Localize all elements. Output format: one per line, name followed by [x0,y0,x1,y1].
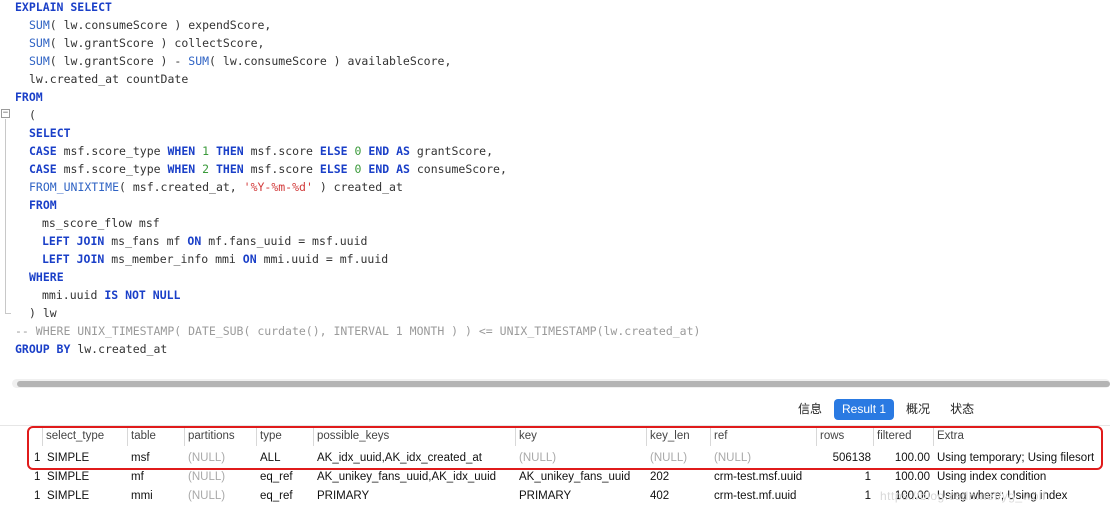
code-line-2: SUM( lw.consumeScore ) expendScore, [29,18,272,32]
cell-id: 1 [34,471,41,483]
code-line-6: FROM [15,88,43,106]
fold-guide-line [5,119,6,313]
code-line-12: FROM [29,198,57,212]
cell-partitions: (NULL) [188,490,226,502]
cell-ref: crm-test.msf.uuid [714,471,803,483]
tab-info[interactable]: 信息 [790,399,830,420]
cell-table: mmi [131,490,153,502]
code-line-5: lw.created_at countDate [29,72,189,86]
code-line-16: WHERE [29,270,64,284]
fold-guide-end [5,313,11,314]
cell-rows: 1 [864,490,871,502]
column-header-filtered[interactable]: filtered [873,427,933,446]
cell-partitions: (NULL) [188,471,226,483]
grid-header-row: select_type table partitions type possib… [0,427,1110,446]
keyword: SELECT [29,126,71,140]
cell-extra: Using temporary; Using filesort [937,452,1095,464]
cell-possible-keys: PRIMARY [317,490,370,502]
cell-rows: 506138 [832,452,871,464]
column-header-ref[interactable]: ref [710,427,816,446]
cell-filtered: 100.00 [894,471,930,483]
cell-table: mf [131,471,144,483]
cell-ref: crm-test.mf.uuid [714,490,797,502]
code-line-20: GROUP BY lw.created_at [15,342,168,356]
divider [0,425,1110,426]
code-line-18: ) lw [29,306,57,320]
cell-partitions: (NULL) [188,452,226,464]
cell-id: 1 [34,452,41,464]
tab-status[interactable]: 状态 [942,399,982,420]
function: SUM [188,54,210,68]
column-header-key[interactable]: key [515,427,646,446]
tab-result-1[interactable]: Result 1 [834,398,895,420]
keyword: FROM [15,90,43,104]
code-line-14: LEFT JOIN ms_fans mf ON mf.fans_uuid = m… [42,234,368,248]
sql-comment: -- WHERE UNIX_TIMESTAMP( DATE_SUB( curda… [15,324,701,338]
cell-key-len: 202 [650,471,670,483]
cell-possible-keys: AK_idx_uuid,AK_idx_created_at [317,452,482,464]
function: SUM [29,54,50,68]
cell-key-len: 402 [650,490,670,502]
cell-table: msf [131,452,150,464]
cell-select-type: SIMPLE [47,471,90,483]
column-header-possible-keys[interactable]: possible_keys [313,427,515,446]
function: SUM [29,36,50,50]
cell-key: PRIMARY [519,490,572,502]
cell-rows: 1 [864,471,871,483]
horizontal-scrollbar-thumb[interactable] [17,381,1110,387]
code-line-13: ms_score_flow msf [42,216,160,230]
keyword: EXPLAIN SELECT [15,0,112,14]
table-row[interactable]: 1 SIMPLE msf (NULL) ALL AK_idx_uuid,AK_i… [0,449,1110,468]
code-line-4: SUM( lw.grantScore ) - SUM( lw.consumeSc… [29,54,452,68]
code-line-3: SUM( lw.grantScore ) collectScore, [29,36,265,50]
column-header-rows[interactable]: rows [816,427,873,446]
code-line-11: FROM_UNIXTIME( msf.created_at, '%Y-%m-%d… [29,180,403,194]
code-line-10: CASE msf.score_type WHEN 2 THEN msf.scor… [29,162,507,176]
code-line-19: -- WHERE UNIX_TIMESTAMP( DATE_SUB( curda… [15,322,700,340]
column-header-select-type[interactable]: select_type [42,427,128,446]
code-line-17: mmi.uuid IS NOT NULL [42,288,181,302]
tab-profile[interactable]: 概况 [898,399,938,420]
column-header-type[interactable]: type [256,427,313,446]
code-line-7: ( [29,108,36,122]
column-header-table[interactable]: table [127,427,184,446]
code-line-8: SELECT [29,124,71,142]
cell-key: AK_unikey_fans_uuid [519,471,631,483]
sql-editor[interactable]: EXPLAIN SELECT SUM( lw.consumeScore ) ex… [0,0,1110,370]
function: SUM [29,18,50,32]
cell-type: ALL [260,452,281,464]
code-line-9: CASE msf.score_type WHEN 1 THEN msf.scor… [29,144,494,158]
cell-type: eq_ref [260,490,293,502]
column-header-key-len[interactable]: key_len [646,427,710,446]
cell-key-len: (NULL) [650,452,688,464]
code-line-15: LEFT JOIN ms_member_info mmi ON mmi.uuid… [42,252,389,266]
table-row[interactable]: 1 SIMPLE mf (NULL) eq_ref AK_unikey_fans… [0,468,1110,487]
cell-filtered: 100.00 [894,452,930,464]
cell-possible-keys: AK_unikey_fans_uuid,AK_idx_uuid [317,471,497,483]
cell-id: 1 [34,490,41,502]
column-header-extra[interactable]: Extra [933,427,1103,446]
cell-ref: (NULL) [714,452,752,464]
cell-type: eq_ref [260,471,293,483]
cell-select-type: SIMPLE [47,452,90,464]
column-header-partitions[interactable]: partitions [184,427,256,446]
result-tabs: 信息 Result 1 概况 状态 [790,398,982,420]
cell-key: (NULL) [519,452,557,464]
watermark: https://blog.csdn.net/yg_wolf [880,489,1046,503]
cell-select-type: SIMPLE [47,490,90,502]
fold-toggle-icon[interactable]: − [1,109,10,118]
code-line-1: EXPLAIN SELECT [15,0,112,16]
cell-extra: Using index condition [937,471,1047,483]
